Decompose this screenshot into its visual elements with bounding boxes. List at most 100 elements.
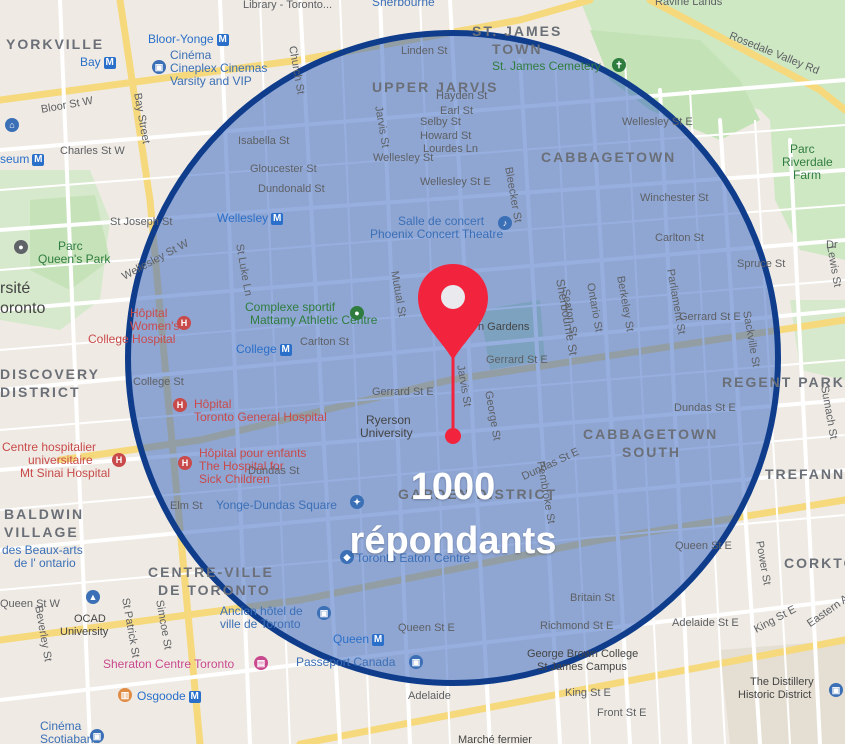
place-salle-concert-2[interactable]: Phoenix Concert Theatre xyxy=(370,228,503,241)
street-gerrard-mid: Gerrard St E xyxy=(486,354,548,366)
place-parc-riverdale-3[interactable]: Farm xyxy=(793,169,821,182)
landmark-icon[interactable]: ▣ xyxy=(317,606,331,620)
street-britain: Britain St xyxy=(570,592,615,604)
street-wellesley-r: Wellesley St E xyxy=(622,116,693,128)
place-ocad-1[interactable]: OCAD xyxy=(74,613,106,626)
place-allan-gardens[interactable]: n Gardens xyxy=(478,321,529,334)
metro-icon: M xyxy=(216,33,229,46)
place-universite-1[interactable]: rsité xyxy=(0,280,30,298)
street-adelaide-l: Adelaide xyxy=(408,690,451,702)
place-ravine-lands[interactable]: Ravine Lands xyxy=(655,0,722,9)
place-distillery-1[interactable]: The Distillery xyxy=(750,676,814,689)
cemetery-icon[interactable]: ✝ xyxy=(612,58,626,72)
street-winchester: Winchester St xyxy=(640,192,709,204)
neighbourhood-cabbagetown-south-1: CABBAGETOWN xyxy=(583,426,719,442)
street-hayden: Hayden St xyxy=(436,90,488,102)
respondent-label: répondants xyxy=(349,520,557,562)
place-passeport[interactable]: Passeport Canada xyxy=(296,656,395,669)
street-carlton-e: Carlton St xyxy=(655,232,704,244)
hotel-icon[interactable]: ▤ xyxy=(254,656,268,670)
street-st-joseph: St Joseph St xyxy=(110,216,173,228)
place-library[interactable]: Library - Toronto... xyxy=(243,0,332,12)
place-centre-hosp-3[interactable]: Mt Sinai Hospital xyxy=(20,467,110,480)
museum-icon[interactable]: ⌂ xyxy=(5,118,19,132)
place-hopital-tg-2[interactable]: Toronto General Hospital xyxy=(194,411,327,424)
landmark-icon[interactable]: ✦ xyxy=(350,495,364,509)
street-college: College St xyxy=(133,376,184,388)
neighbourhood-centre-ville-2: DE TORONTO xyxy=(158,582,271,598)
station-queen[interactable]: Queen M xyxy=(333,633,385,646)
place-distillery-2[interactable]: Historic District xyxy=(738,689,811,702)
place-parc-queens-2[interactable]: Queen's Park xyxy=(38,253,110,266)
street-queen-e: Queen St E xyxy=(398,622,455,634)
place-hopital-women-3[interactable]: College Hospital xyxy=(88,333,175,346)
street-front: Front St E xyxy=(597,707,647,719)
neighbourhood-yorkville: YORKVILLE xyxy=(6,36,105,52)
neighbourhood-trefann: TREFANN C xyxy=(765,466,845,482)
street-gerrard: Gerrard St E xyxy=(372,386,434,398)
hospital-icon[interactable]: H xyxy=(173,398,187,412)
place-ancien-hotel-2[interactable]: ville de Toronto xyxy=(220,618,301,631)
street-howard: Howard St xyxy=(420,130,472,142)
station-college[interactable]: College M xyxy=(236,343,292,356)
place-marker-icon[interactable]: ● xyxy=(14,240,28,254)
street-dundas-r: Dundas St E xyxy=(674,402,736,414)
neighbourhood-cabbagetown: CABBAGETOWN xyxy=(541,149,677,165)
street-dundas: Dundas St xyxy=(248,465,300,477)
metro-icon: M xyxy=(32,153,45,166)
restaurant-icon[interactable]: ▥ xyxy=(118,688,132,702)
place-sheraton[interactable]: Sheraton Centre Toronto xyxy=(103,658,234,671)
place-ocad-2[interactable]: University xyxy=(60,626,108,639)
hospital-icon[interactable]: H xyxy=(177,316,191,330)
place-beaux-arts-2[interactable]: de l' ontario xyxy=(14,557,76,570)
place-marche-fermier[interactable]: Marché fermier xyxy=(458,734,532,744)
street-isabella: Isabella St xyxy=(238,135,290,147)
street-selby: Selby St xyxy=(420,116,461,128)
street-spruce: Spruce St xyxy=(737,258,786,270)
place-ryerson-2[interactable]: University xyxy=(360,427,413,440)
street-gloucester: Gloucester St xyxy=(250,163,317,175)
location-pin-center xyxy=(441,285,465,309)
metro-icon: M xyxy=(103,56,116,69)
neighbourhood-cabbagetown-south-2: SOUTH xyxy=(622,444,681,460)
street-adelaide: Adelaide St E xyxy=(672,617,739,629)
hospital-icon[interactable]: H xyxy=(112,453,126,467)
hospital-icon[interactable]: H xyxy=(178,456,192,470)
station-bay[interactable]: Bay M xyxy=(80,56,116,69)
neighbourhood-st-james-2: TOWN xyxy=(492,41,543,57)
neighbourhood-corktown: CORKTO xyxy=(784,555,845,571)
metro-icon: M xyxy=(271,212,284,225)
place-cinema-3[interactable]: Varsity and VIP xyxy=(170,75,252,88)
place-museum[interactable]: seum M xyxy=(0,153,45,166)
map-view[interactable]: YORKVILLE ST. JAMES TOWN UPPER JARVIS CA… xyxy=(0,0,845,744)
school-icon[interactable]: ▲ xyxy=(86,590,100,604)
neighbourhood-centre-ville-1: CENTRE-VILLE xyxy=(148,564,274,580)
cinema-icon[interactable]: ▣ xyxy=(90,729,104,743)
place-universite-2[interactable]: oronto xyxy=(0,300,45,318)
street-wellesley-top: Wellesley St xyxy=(373,152,434,164)
respondent-count: 1000 xyxy=(410,466,496,508)
neighbourhood-st-james-1: ST. JAMES xyxy=(472,23,563,39)
station-osgoode[interactable]: Osgoode M xyxy=(137,690,201,703)
landmark-icon[interactable]: ▣ xyxy=(829,683,843,697)
pin-anchor-dot xyxy=(445,428,461,444)
metro-icon: M xyxy=(279,343,292,356)
station-bloor-yonge[interactable]: Bloor-Yonge M xyxy=(148,33,229,46)
station-wellesley[interactable]: Wellesley M xyxy=(217,212,284,225)
government-icon[interactable]: ▣ xyxy=(409,655,423,669)
sport-icon[interactable]: ● xyxy=(350,306,364,320)
place-yonge-dundas[interactable]: Yonge-Dundas Square xyxy=(216,499,337,512)
place-sherbourne-station[interactable]: Sherbourne xyxy=(372,0,435,9)
street-queen-w: Queen St W xyxy=(0,598,60,610)
place-st-james-cemetery[interactable]: St. James Cemetery xyxy=(492,60,601,73)
neighbourhood-baldwin-1: BALDWIN xyxy=(4,506,85,522)
cinema-icon[interactable]: ▣ xyxy=(152,60,166,74)
place-george-brown-2[interactable]: St James Campus xyxy=(537,661,627,674)
place-george-brown-1[interactable]: George Brown College xyxy=(527,648,638,661)
street-dundonald: Dundonald St xyxy=(258,183,325,195)
street-gerrard-e-r: Gerrard St E xyxy=(679,311,741,323)
neighbourhood-baldwin-2: VILLAGE xyxy=(4,524,79,540)
neighbourhood-discovery-2: DISTRICT xyxy=(0,384,81,400)
street-elm: Elm St xyxy=(170,500,203,512)
music-icon[interactable]: ♪ xyxy=(498,216,512,230)
